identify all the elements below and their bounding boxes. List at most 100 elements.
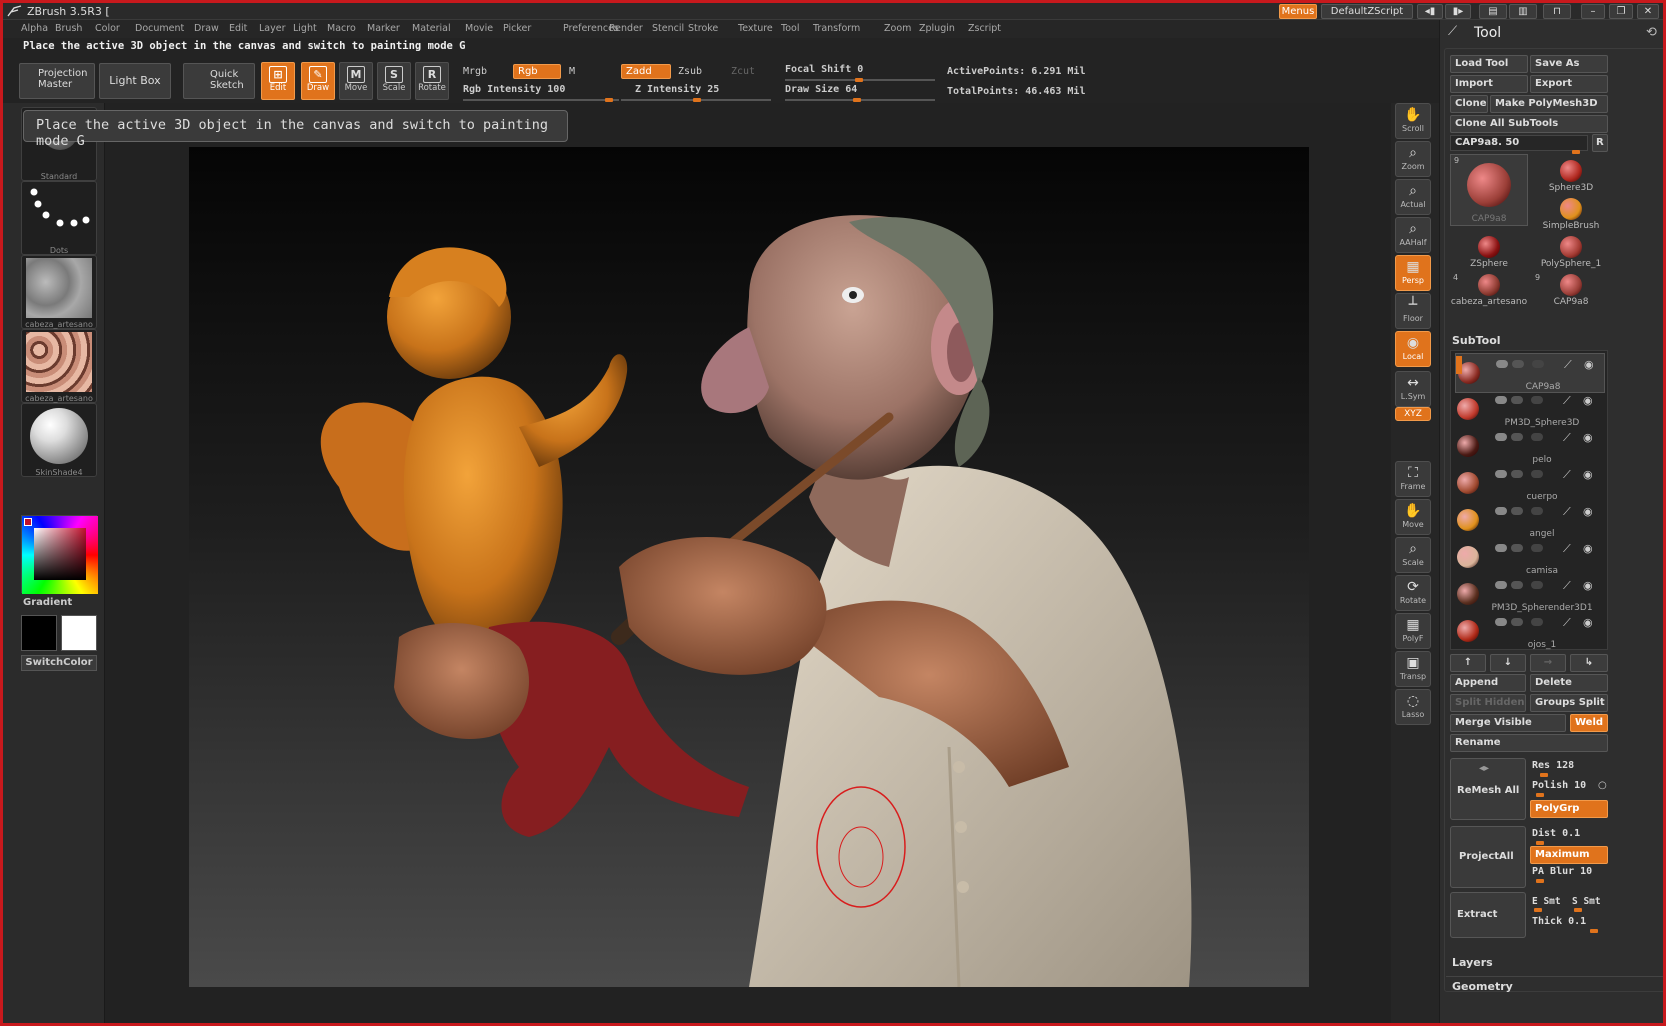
focal-shift-knob[interactable] bbox=[855, 78, 863, 82]
toggle-icon[interactable] bbox=[1495, 396, 1507, 404]
toggle-icon[interactable] bbox=[1495, 581, 1507, 589]
menu-color[interactable]: Color bbox=[95, 23, 120, 34]
dist-knob[interactable] bbox=[1536, 841, 1544, 845]
project-all-button[interactable]: ProjectAll bbox=[1450, 826, 1526, 888]
local-view-button[interactable]: ◉ Local bbox=[1395, 331, 1431, 367]
maximum-button[interactable]: Maximum bbox=[1530, 846, 1608, 864]
toggle-icon[interactable] bbox=[1531, 470, 1543, 478]
e-smt-knob[interactable] bbox=[1534, 908, 1542, 912]
toggle-icon[interactable] bbox=[1495, 433, 1507, 441]
draw-size-label[interactable]: Draw Size 64 bbox=[785, 84, 857, 95]
menu-layer[interactable]: Layer bbox=[259, 23, 286, 34]
default-zscript-button[interactable]: DefaultZScript bbox=[1321, 4, 1413, 19]
menu-stencil[interactable]: Stencil bbox=[652, 23, 684, 34]
scroll-view-button[interactable]: ✋ Scroll bbox=[1395, 103, 1431, 139]
geometry-section[interactable]: Geometry bbox=[1452, 980, 1513, 993]
toggle-icon[interactable] bbox=[1511, 544, 1523, 552]
color-picker[interactable] bbox=[21, 515, 98, 594]
menu-zoom[interactable]: Zoom bbox=[884, 23, 911, 34]
polyf-view-button[interactable]: ▦ PolyF bbox=[1395, 613, 1431, 649]
current-tool-knob[interactable] bbox=[1572, 150, 1580, 154]
menu-picker[interactable]: Picker bbox=[503, 23, 531, 34]
menu-movie[interactable]: Movie bbox=[465, 23, 493, 34]
menu-material[interactable]: Material bbox=[412, 23, 451, 34]
toggle-icon[interactable] bbox=[1495, 618, 1507, 626]
edit-tool-button[interactable]: ⊞ Edit bbox=[261, 62, 295, 100]
toggle-icon[interactable] bbox=[1495, 507, 1507, 515]
eye-icon[interactable]: ◉ bbox=[1583, 542, 1593, 555]
brush-icon[interactable]: ⟋ bbox=[1563, 394, 1571, 408]
remesh-all-button[interactable]: ◂▸ ReMesh All bbox=[1450, 758, 1526, 820]
draw-tool-button[interactable]: ✎ Draw bbox=[301, 62, 335, 100]
subtool-item[interactable]: ⟋ ◉ ojos_1 bbox=[1455, 612, 1605, 652]
brush-icon[interactable]: ⟋ bbox=[1564, 358, 1572, 372]
rotate-tool-button[interactable]: R Rotate bbox=[415, 62, 449, 100]
tool-thumb[interactable]: ZSphere bbox=[1450, 234, 1528, 272]
toggle-icon[interactable] bbox=[1531, 396, 1543, 404]
merge-visible-button[interactable]: Merge Visible bbox=[1450, 714, 1566, 732]
rgb-intensity-slider[interactable] bbox=[463, 99, 619, 101]
eye-icon[interactable]: ◉ bbox=[1583, 579, 1593, 592]
subtool-item[interactable]: ⟋ ◉ PM3D_Sphere3D bbox=[1455, 390, 1605, 430]
lasso-view-button[interactable]: ◌ Lasso bbox=[1395, 689, 1431, 725]
rename-button[interactable]: Rename bbox=[1450, 734, 1608, 752]
scale-view-button[interactable]: ⌕ Scale bbox=[1395, 537, 1431, 573]
persp-view-button[interactable]: ▦ Persp bbox=[1395, 255, 1431, 291]
subtool-item[interactable]: ⟋ ◉ CAP9a8 bbox=[1455, 353, 1605, 393]
zsub-label[interactable]: Zsub bbox=[678, 66, 702, 77]
canvas[interactable] bbox=[189, 147, 1309, 988]
make-polymesh-button[interactable]: Make PolyMesh3D bbox=[1490, 95, 1608, 113]
move-tool-button[interactable]: M Move bbox=[339, 62, 373, 100]
subtool-title[interactable]: SubTool bbox=[1452, 334, 1501, 347]
layout-next-icon[interactable]: ▮▸ bbox=[1445, 4, 1471, 19]
frame-view-button[interactable]: ⛶ Frame bbox=[1395, 461, 1431, 497]
toggle-icon[interactable] bbox=[1531, 433, 1543, 441]
toggle-icon[interactable] bbox=[1532, 360, 1544, 368]
ui-save-icon[interactable]: ▤ bbox=[1479, 4, 1507, 19]
polish-slider[interactable]: Polish 10 bbox=[1532, 780, 1586, 791]
refresh-icon[interactable]: ⟲ bbox=[1646, 25, 1657, 40]
secondary-color-swatch[interactable] bbox=[61, 615, 97, 651]
z-intensity-knob[interactable] bbox=[693, 98, 701, 102]
shelf-dots[interactable]: Dots bbox=[21, 181, 97, 255]
menu-zplugin[interactable]: Zplugin bbox=[919, 23, 955, 34]
eye-icon[interactable]: ◉ bbox=[1583, 394, 1593, 407]
move-view-button[interactable]: ✋ Move bbox=[1395, 499, 1431, 535]
toggle-icon[interactable] bbox=[1531, 618, 1543, 626]
minimize-icon[interactable]: – bbox=[1581, 4, 1605, 19]
tool-thumb[interactable]: Sphere3D bbox=[1532, 158, 1610, 196]
tool-thumb[interactable]: SimpleBrush bbox=[1532, 196, 1610, 234]
aahalf-view-button[interactable]: ⌕ AAHalf bbox=[1395, 217, 1431, 253]
r-button[interactable]: R bbox=[1592, 134, 1608, 152]
toggle-icon[interactable] bbox=[1496, 360, 1508, 368]
shelf-texture-grey[interactable]: cabeza_artesano bbox=[21, 255, 97, 329]
eye-icon[interactable]: ◉ bbox=[1583, 431, 1593, 444]
shelf-material[interactable]: SkinShade4 bbox=[21, 403, 97, 477]
projection-master-button[interactable]: Projection Master bbox=[19, 63, 95, 99]
menu-edit[interactable]: Edit bbox=[229, 23, 247, 34]
quick-sketch-button[interactable]: Quick Sketch bbox=[183, 63, 255, 99]
brush-icon[interactable]: ⟋ bbox=[1563, 542, 1571, 556]
switch-color-button[interactable]: SwitchColor bbox=[21, 655, 97, 671]
close-icon[interactable]: ✕ bbox=[1637, 4, 1659, 19]
rotate-view-button[interactable]: ⟳ Rotate bbox=[1395, 575, 1431, 611]
mrgb-label[interactable]: Mrgb bbox=[463, 66, 487, 77]
pa-blur-knob[interactable] bbox=[1536, 879, 1544, 883]
eye-icon[interactable]: ◉ bbox=[1583, 468, 1593, 481]
menu-alpha[interactable]: Alpha bbox=[21, 23, 48, 34]
toggle-icon[interactable] bbox=[1511, 396, 1523, 404]
rgb-intensity-knob[interactable] bbox=[605, 98, 613, 102]
weld-button[interactable]: Weld bbox=[1570, 714, 1608, 732]
brush-icon[interactable]: ⟋ bbox=[1563, 468, 1571, 482]
subtool-scroll-indicator[interactable] bbox=[1456, 356, 1462, 374]
move-up-icon[interactable]: ↑ bbox=[1450, 654, 1486, 672]
maximize-icon[interactable]: ❐ bbox=[1609, 4, 1633, 19]
rgb-button[interactable]: Rgb bbox=[513, 64, 561, 79]
clone-button[interactable]: Clone bbox=[1450, 95, 1488, 113]
polish-knob[interactable] bbox=[1536, 793, 1544, 797]
move-down-icon[interactable]: ↓ bbox=[1490, 654, 1526, 672]
clone-all-subtools-button[interactable]: Clone All SubTools bbox=[1450, 115, 1608, 133]
menus-button[interactable]: Menus bbox=[1279, 4, 1317, 19]
menu-marker[interactable]: Marker bbox=[367, 23, 400, 34]
menu-texture[interactable]: Texture bbox=[738, 23, 773, 34]
